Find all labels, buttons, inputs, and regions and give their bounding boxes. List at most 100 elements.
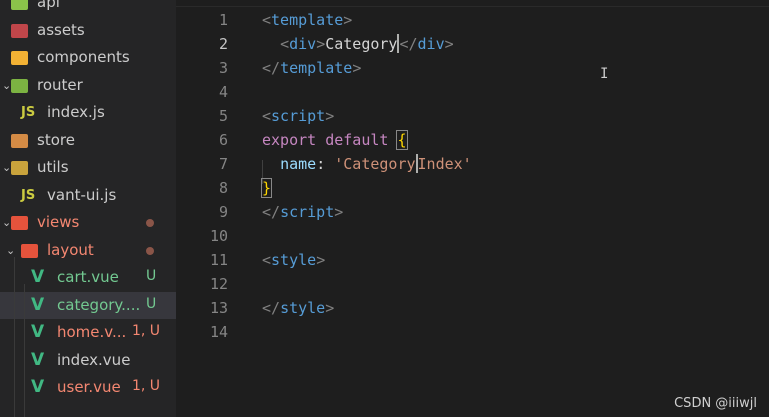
code-line-3[interactable]: 3 </template>	[176, 56, 769, 80]
code-line-1[interactable]: 1 <template>	[176, 8, 769, 32]
folder-assets-icon	[11, 23, 28, 38]
line-number: 11	[209, 251, 228, 269]
code-line-11[interactable]: 11 <style>	[176, 248, 769, 272]
tree-item-label: index.js	[47, 103, 105, 121]
line-number: 3	[218, 59, 228, 77]
modified-dot	[146, 219, 154, 227]
folder-components-icon	[11, 51, 28, 65]
chevron-down-icon[interactable]: ⌄	[2, 216, 11, 229]
tree-item-label: utils	[37, 158, 69, 176]
tree-item-label: api	[37, 0, 60, 11]
code-line-5[interactable]: 5 <script>	[176, 104, 769, 128]
line-number: 5	[218, 107, 228, 125]
chevron-down-icon[interactable]: ⌄	[2, 161, 11, 174]
line-number: 6	[218, 131, 228, 149]
tree-item-label: assets	[37, 20, 85, 39]
line-content: </style>	[262, 299, 335, 317]
code-line-14[interactable]: 14	[176, 320, 769, 344]
tree-item-views[interactable]: ⌄ views	[0, 209, 176, 237]
line-content: export default {	[262, 130, 408, 150]
line-number: 10	[209, 227, 228, 245]
tree-item-label: components	[37, 48, 130, 66]
vue-file-icon: V	[31, 322, 45, 342]
tree-item-label: vant-ui.js	[47, 185, 117, 204]
tree-item-home-vue[interactable]: V home.v... 1, U	[0, 319, 176, 347]
line-content: name: 'Category Index'	[280, 154, 472, 173]
folder-router-icon	[11, 78, 28, 93]
line-content: <script>	[262, 107, 335, 125]
line-content: <div>Category </div>	[280, 34, 454, 53]
tree-indent-guide	[14, 257, 15, 417]
tree-indent-guide	[24, 284, 25, 417]
editor-top-strip	[176, 0, 769, 7]
tree-item-category-vue[interactable]: V category.... U	[0, 291, 176, 319]
git-status-badge: U	[146, 295, 157, 312]
tree-item-label: category....	[57, 295, 141, 314]
tree-item-label: router	[37, 75, 83, 94]
code-line-2[interactable]: 2 <div>Category </div>	[176, 32, 769, 56]
vue-file-icon: V	[31, 294, 45, 315]
code-line-12[interactable]: 12	[176, 272, 769, 296]
tree-item-api[interactable]: api	[0, 0, 176, 17]
tree-item-label: layout	[47, 240, 94, 259]
folder-store-icon	[11, 133, 28, 148]
file-tree: api assets components ⌄ router JS index.…	[0, 0, 176, 402]
tree-item-label: home.v...	[57, 323, 127, 341]
vue-file-icon: V	[31, 377, 45, 397]
line-content: </script>	[262, 203, 344, 221]
code-line-8[interactable]: 8 }	[176, 176, 769, 200]
tree-item-vant-ui-js[interactable]: JS vant-ui.js	[0, 182, 176, 210]
tree-item-assets[interactable]: assets	[0, 17, 176, 45]
code-editor[interactable]: 1 <template> 2 <div>Category </div> 3 </t…	[176, 0, 769, 417]
folder-vue-icon	[21, 243, 38, 258]
tree-item-label: views	[37, 213, 80, 231]
vue-file-icon: V	[31, 349, 45, 370]
folder-utils-icon	[11, 161, 28, 175]
tree-item-components[interactable]: components	[0, 44, 176, 72]
js-file-icon: JS	[21, 187, 36, 203]
text-mouse-cursor-icon: I	[600, 66, 609, 82]
chevron-down-icon[interactable]: ⌄	[6, 244, 15, 257]
git-status-badge: U	[146, 268, 157, 284]
code-line-6[interactable]: 6 export default {	[176, 128, 769, 152]
line-number: 4	[218, 83, 228, 101]
tree-item-cart-vue[interactable]: V cart.vue U	[0, 264, 176, 292]
code-line-13[interactable]: 13 </style>	[176, 296, 769, 320]
line-number: 14	[209, 323, 228, 341]
vue-file-icon: V	[31, 267, 45, 287]
line-number: 8	[218, 179, 228, 197]
line-number: 7	[218, 155, 228, 173]
line-content: </template>	[262, 59, 362, 77]
line-content: }	[260, 178, 273, 198]
line-number: 1	[218, 11, 228, 29]
line-content: <style>	[262, 251, 326, 269]
chevron-down-icon[interactable]: ⌄	[2, 79, 11, 92]
tree-item-layout[interactable]: ⌄ layout	[0, 237, 176, 265]
folder-vue-icon	[11, 216, 28, 230]
tree-item-label: cart.vue	[57, 268, 119, 286]
tree-item-router[interactable]: ⌄ router	[0, 72, 176, 100]
code-line-7[interactable]: 7 name: 'Category Index'	[176, 152, 769, 176]
watermark: CSDN @iiiwjl	[674, 396, 757, 411]
line-content: <template>	[262, 11, 353, 29]
git-status-badge: 1, U	[132, 378, 161, 394]
tree-item-label: index.vue	[57, 350, 131, 369]
code-line-9[interactable]: 9 </script>	[176, 200, 769, 224]
line-number: 9	[218, 203, 228, 221]
tree-item-store[interactable]: store	[0, 127, 176, 155]
js-file-icon: JS	[21, 105, 36, 120]
tree-item-label: user.vue	[57, 378, 121, 396]
tree-item-index-js[interactable]: JS index.js	[0, 99, 176, 127]
code-line-4[interactable]: 4	[176, 80, 769, 104]
modified-dot	[146, 246, 154, 255]
tree-item-index-vue[interactable]: V index.vue	[0, 347, 176, 375]
line-number: 13	[209, 299, 228, 317]
tree-item-utils[interactable]: ⌄ utils	[0, 154, 176, 182]
git-status-badge: 1, U	[132, 323, 161, 339]
tree-item-label: store	[37, 130, 75, 149]
line-number: 12	[209, 275, 228, 293]
tree-item-user-vue[interactable]: V user.vue 1, U	[0, 374, 176, 402]
code-line-10[interactable]: 10	[176, 224, 769, 248]
explorer-sidebar: api assets components ⌄ router JS index.…	[0, 0, 176, 417]
line-number: 2	[218, 35, 228, 53]
